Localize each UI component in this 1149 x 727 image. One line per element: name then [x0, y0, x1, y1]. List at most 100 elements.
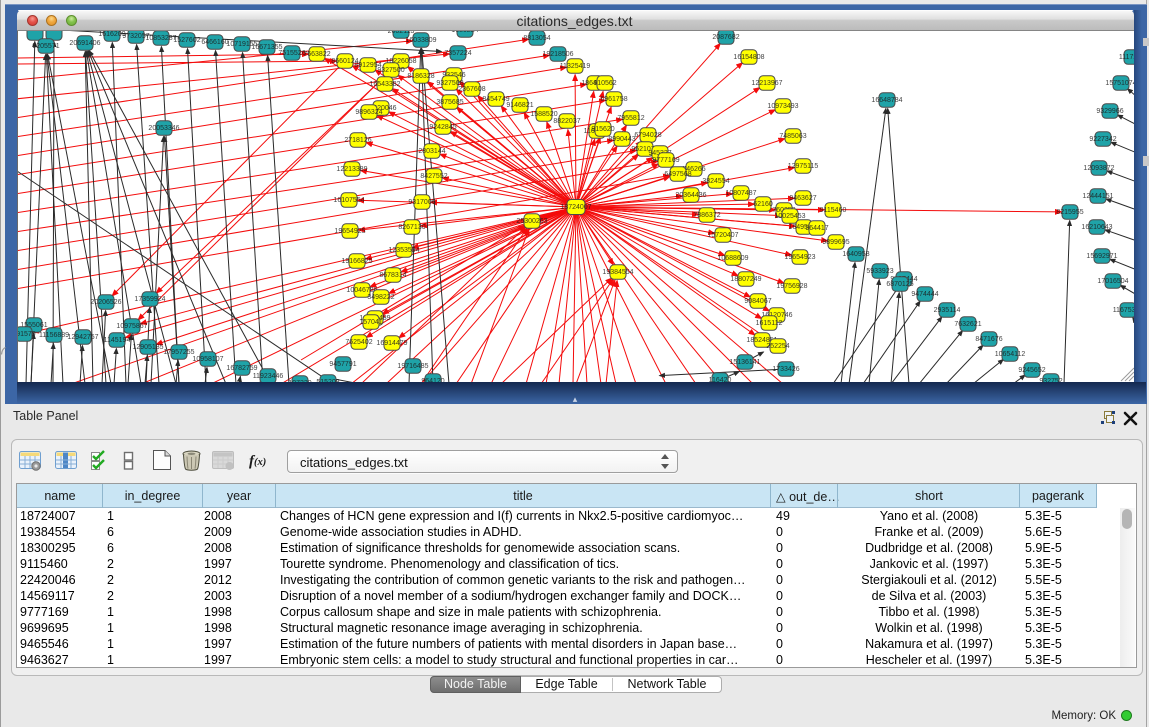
svg-text:20053346: 20053346 — [148, 125, 179, 132]
svg-text:10654112: 10654112 — [995, 351, 1026, 358]
svg-text:19654925: 19654925 — [334, 228, 365, 235]
svg-text:3875685: 3875685 — [436, 99, 463, 106]
svg-text:9899695: 9899695 — [822, 239, 849, 246]
svg-text:8990443: 8990443 — [608, 136, 635, 143]
svg-text:9146821: 9146821 — [506, 102, 533, 109]
svg-text:7485063: 7485063 — [779, 133, 806, 140]
svg-text:7886372: 7886372 — [693, 212, 720, 219]
svg-text:8678314: 8678314 — [379, 272, 406, 279]
svg-text:8267130: 8267130 — [398, 224, 425, 231]
svg-text:910562: 910562 — [593, 80, 616, 87]
svg-text:9205571: 9205571 — [32, 43, 59, 50]
svg-text:15720407: 15720407 — [707, 232, 738, 239]
svg-text:20691406: 20691406 — [69, 40, 100, 47]
svg-text:8215955: 8215955 — [1056, 209, 1083, 216]
svg-text:19756928: 19756928 — [776, 283, 807, 290]
svg-text:1615112: 1615112 — [756, 320, 783, 327]
svg-text:252254: 252254 — [766, 343, 789, 350]
svg-text:8471676: 8471676 — [975, 336, 1002, 343]
svg-text:1680224: 1680224 — [451, 31, 478, 34]
svg-text:9463627: 9463627 — [789, 195, 816, 202]
svg-text:12444151: 12444151 — [1082, 193, 1113, 200]
svg-text:9896324: 9896324 — [355, 109, 382, 116]
svg-text:8822037: 8822037 — [553, 118, 580, 125]
svg-text:9227342: 9227342 — [1089, 136, 1116, 143]
svg-text:15692971: 15692971 — [1086, 253, 1117, 260]
svg-text:7632621: 7632621 — [954, 321, 981, 328]
svg-text:16210643: 16210643 — [1081, 224, 1112, 231]
svg-text:(x): (x) — [254, 457, 266, 468]
svg-text:10853287: 10853287 — [145, 35, 176, 42]
svg-text:391579: 391579 — [18, 331, 36, 338]
svg-text:932752: 932752 — [1039, 378, 1062, 382]
svg-text:1527602: 1527602 — [173, 37, 200, 44]
svg-text:6466160: 6466160 — [201, 39, 228, 46]
svg-text:515208: 515208 — [316, 379, 339, 382]
svg-text:8186328: 8186328 — [407, 73, 434, 80]
svg-text:8813054: 8813054 — [523, 35, 550, 42]
svg-text:2002113: 2002113 — [388, 31, 415, 35]
svg-text:12353594: 12353594 — [388, 247, 419, 254]
svg-text:7625402: 7625402 — [345, 339, 372, 346]
svg-text:9457791: 9457791 — [329, 361, 356, 368]
svg-text:19384554: 19384554 — [602, 269, 633, 276]
svg-text:20364436: 20364436 — [675, 192, 706, 199]
svg-text:6961758: 6961758 — [600, 96, 627, 103]
svg-text:9777169: 9777169 — [652, 157, 679, 164]
svg-text:2935114: 2935114 — [934, 307, 961, 314]
svg-text:10807487: 10807487 — [725, 190, 756, 197]
svg-text:19654923: 19654923 — [784, 254, 815, 261]
svg-text:2718126: 2718126 — [344, 137, 371, 144]
svg-text:16543382: 16543382 — [369, 81, 400, 88]
svg-text:12975115: 12975115 — [788, 163, 819, 170]
svg-text:7663822: 7663822 — [303, 51, 330, 58]
svg-text:62160: 62160 — [753, 201, 773, 208]
svg-text:1145194: 1145194 — [104, 337, 131, 344]
svg-text:1640953: 1640953 — [842, 251, 869, 258]
svg-text:964417: 964417 — [805, 225, 828, 232]
svg-text:6497568: 6497568 — [664, 171, 691, 178]
svg-text:1117205: 1117205 — [1119, 54, 1134, 61]
svg-text:2803144: 2803144 — [418, 148, 445, 155]
svg-text:20206526: 20206526 — [90, 299, 121, 306]
svg-text:9327500: 9327500 — [377, 67, 404, 74]
svg-text:12213389: 12213389 — [336, 166, 367, 173]
svg-text:19716485: 19716485 — [397, 363, 428, 370]
svg-text:10958107: 10958107 — [192, 356, 223, 363]
svg-text:10688609: 10688609 — [717, 255, 748, 262]
svg-text:9474444: 9474444 — [911, 291, 938, 298]
svg-text:2087682: 2087682 — [712, 34, 739, 41]
svg-text:12093872: 12093872 — [1083, 165, 1114, 172]
svg-text:10025453: 10025453 — [774, 213, 805, 220]
svg-text:11325419: 11325419 — [560, 63, 591, 70]
svg-text:9084067: 9084067 — [744, 298, 771, 305]
svg-text:107320: 107320 — [288, 380, 311, 382]
svg-text:17957255: 17957255 — [163, 349, 194, 356]
svg-text:19218506: 19218506 — [542, 51, 573, 58]
svg-text:19166825: 19166825 — [341, 258, 372, 265]
svg-text:116420: 116420 — [709, 377, 732, 382]
svg-text:10975867: 10975867 — [116, 323, 147, 330]
svg-text:6870125: 6870125 — [886, 281, 913, 288]
svg-text:16033809: 16033809 — [405, 37, 436, 44]
svg-text:10973493: 10973493 — [767, 103, 798, 110]
svg-text:915620: 915620 — [591, 126, 614, 133]
svg-text:7357224: 7357224 — [444, 50, 471, 57]
svg-text:5933923: 5933923 — [866, 268, 893, 275]
svg-text:964120: 964120 — [421, 378, 444, 382]
svg-text:17016504: 17016504 — [1097, 278, 1128, 285]
svg-text:9115460: 9115460 — [820, 207, 847, 214]
svg-text:11923446: 11923446 — [253, 373, 284, 380]
svg-text:17359924: 17359924 — [134, 296, 165, 303]
svg-text:8427552: 8427552 — [420, 173, 447, 180]
svg-text:9242845: 9242845 — [429, 124, 456, 131]
svg-text:12905135: 12905135 — [132, 344, 163, 351]
svg-text:25300263: 25300263 — [516, 218, 547, 225]
svg-text:1588520: 1588520 — [530, 111, 557, 118]
svg-text:7955812: 7955812 — [617, 115, 644, 122]
svg-text:157041: 157041 — [359, 319, 382, 326]
svg-text:15136141: 15136141 — [729, 359, 760, 366]
svg-text:18807249: 18807249 — [730, 276, 761, 283]
svg-text:12942757: 12942757 — [67, 334, 98, 341]
svg-text:12213967: 12213967 — [751, 80, 782, 87]
